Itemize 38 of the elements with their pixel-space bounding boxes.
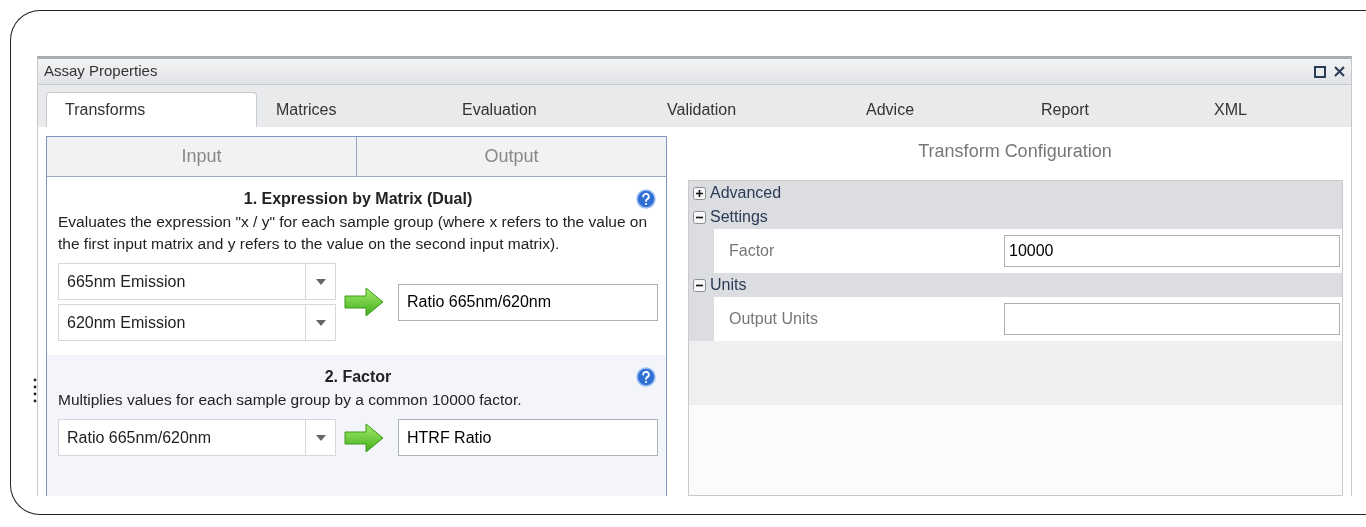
input-dropdown[interactable]: 620nm Emission <box>58 304 336 341</box>
tab[interactable]: Matrices <box>257 92 443 127</box>
transform-description: Multiplies values for each sample group by a common 10000 factor. <box>58 390 523 410</box>
property-field[interactable]: 10000 <box>1004 235 1340 267</box>
expand-icon[interactable] <box>693 186 706 200</box>
input-dropdown[interactable]: 665nm Emission <box>58 263 336 300</box>
splitter-grip-icon[interactable] <box>33 378 37 404</box>
property-label: Output Units <box>728 309 819 329</box>
caret-icon <box>315 278 326 285</box>
help-icon[interactable] <box>636 189 656 209</box>
category-label[interactable]: Units <box>710 273 747 297</box>
property-field[interactable] <box>1004 303 1340 335</box>
caret-icon <box>315 319 326 326</box>
arrow-icon <box>344 421 384 454</box>
output-field[interactable]: HTRF Ratio <box>398 419 658 456</box>
transform-title: 1. Expression by Matrix (Dual) <box>243 189 473 209</box>
maximize-icon[interactable] <box>1314 65 1326 78</box>
tab[interactable]: Evaluation <box>443 92 648 127</box>
output-field[interactable]: Ratio 665nm/620nm <box>398 283 658 321</box>
category-label[interactable]: Settings <box>710 205 768 229</box>
section-heading: Transform Configuration <box>917 140 1113 163</box>
panel-title: Assay Properties <box>44 61 159 82</box>
tab[interactable]: XML <box>1195 92 1315 127</box>
help-icon[interactable] <box>636 367 656 387</box>
category-label[interactable]: Advanced <box>710 181 782 205</box>
property-label: Factor <box>728 241 776 261</box>
collapse-icon[interactable] <box>693 210 706 224</box>
collapse-icon[interactable] <box>693 278 706 292</box>
transform-title: 2. Factor <box>324 367 392 387</box>
tab[interactable]: Report <box>1022 92 1195 127</box>
tab[interactable]: Advice <box>847 92 1022 127</box>
tab[interactable]: Transforms <box>46 92 257 127</box>
tab[interactable]: Validation <box>648 92 847 127</box>
caret-icon <box>315 434 326 441</box>
arrow-icon <box>344 286 384 318</box>
input-dropdown[interactable]: Ratio 665nm/620nm <box>58 419 336 456</box>
close-icon[interactable] <box>1334 66 1345 77</box>
transform-description: Evaluates the expression "x / y" for each sample group (where x refers to the value on the first input matrix and y refers to the value on the second input matrix). <box>58 212 649 254</box>
